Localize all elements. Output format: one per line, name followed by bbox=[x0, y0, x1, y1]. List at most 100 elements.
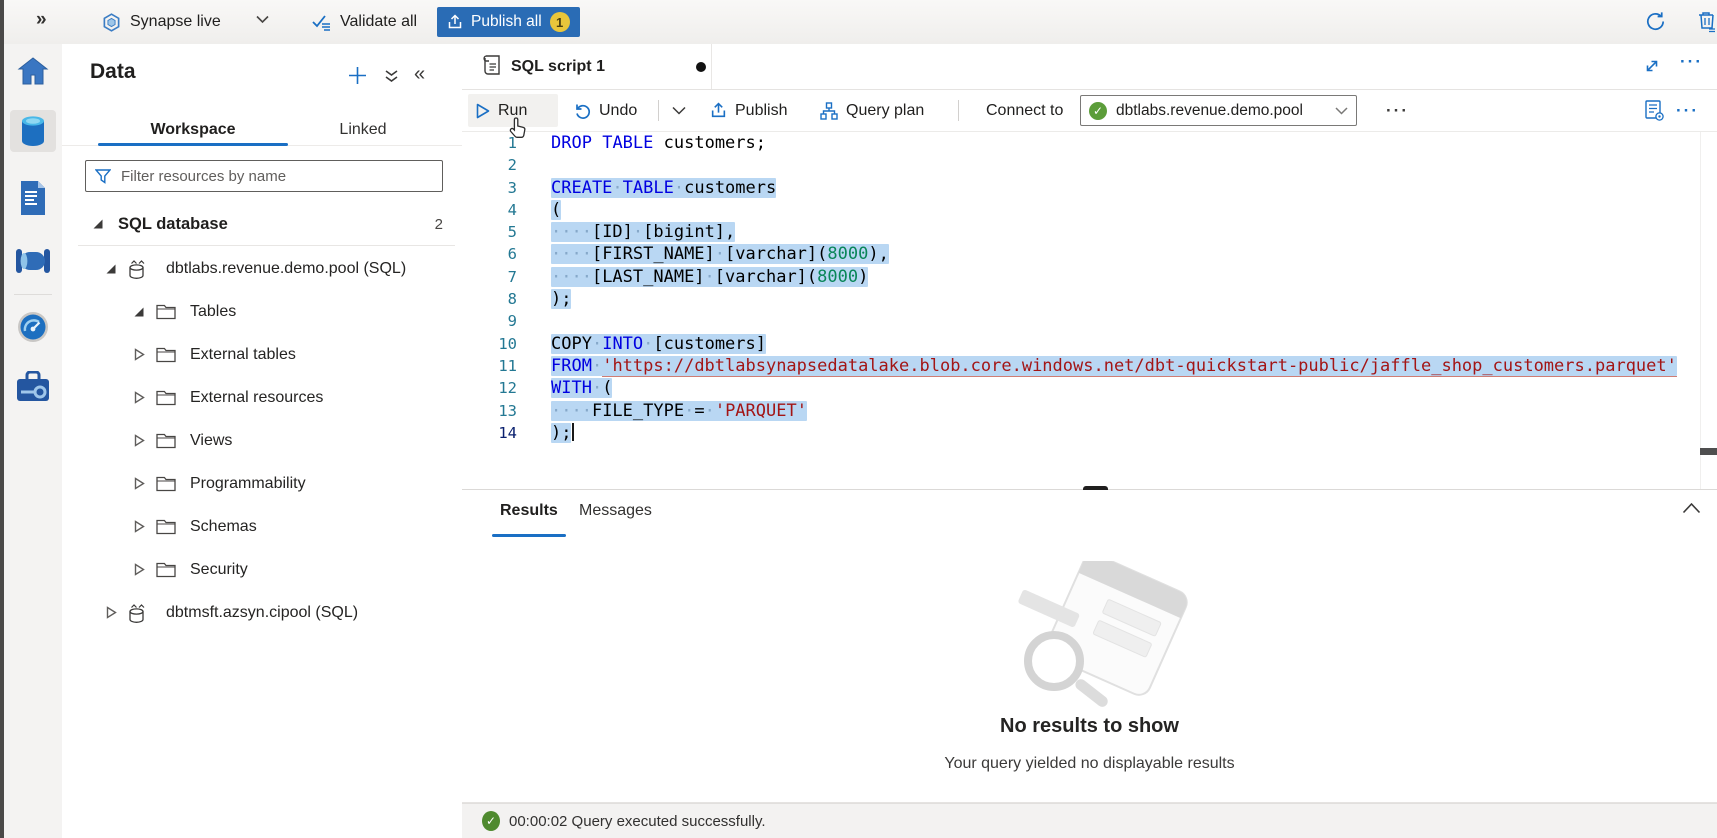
tab-more-icon[interactable]: ··· bbox=[1680, 52, 1703, 72]
tree-item-views[interactable]: Views bbox=[62, 419, 461, 462]
code-line-10[interactable]: 10COPY·INTO·[customers] bbox=[462, 333, 1717, 355]
filter-resources-input[interactable] bbox=[119, 167, 433, 186]
caret-collapsed-icon[interactable] bbox=[132, 434, 146, 448]
toolbar-more-icon[interactable]: ··· bbox=[1668, 94, 1707, 127]
code-line-8[interactable]: 8); bbox=[462, 288, 1717, 310]
caret-collapsed-icon[interactable] bbox=[132, 477, 146, 491]
unsaved-changes-dot bbox=[696, 62, 706, 72]
sql-code-editor[interactable]: 1DROP TABLE customers;23CREATE·TABLE·cus… bbox=[462, 132, 1717, 489]
caret-collapsed-icon[interactable] bbox=[132, 348, 146, 362]
expand-panel-icon[interactable]: » bbox=[36, 9, 47, 31]
tree-item-schemas[interactable]: Schemas bbox=[62, 505, 461, 548]
code-line-content: ····[ID]·[bigint], bbox=[551, 221, 735, 243]
code-line-13[interactable]: 13····FILE_TYPE·=·'PARQUET' bbox=[462, 400, 1717, 422]
line-number: 9 bbox=[462, 310, 517, 332]
publish-button[interactable]: Publish bbox=[702, 94, 795, 127]
branch-mode-selector[interactable]: Synapse live bbox=[102, 10, 221, 34]
code-line-4[interactable]: 4( bbox=[462, 199, 1717, 221]
code-line-7[interactable]: 7····[LAST_NAME]·[varchar](8000) bbox=[462, 266, 1717, 288]
publish-all-button[interactable]: Publish all 1 bbox=[437, 7, 580, 37]
caret-expanded-icon[interactable] bbox=[132, 305, 146, 319]
selection-highlight: FROM·'https://dbtlabsynapsedatalake.blob… bbox=[551, 356, 1677, 376]
tree-item-security[interactable]: Security bbox=[62, 548, 461, 591]
code-line-1[interactable]: 1DROP TABLE customers; bbox=[462, 132, 1717, 154]
tab-sql-script-1[interactable]: SQL script 1 bbox=[468, 44, 712, 89]
caret-collapsed-icon[interactable] bbox=[132, 520, 146, 534]
nav-develop-icon[interactable] bbox=[10, 174, 56, 222]
caret-collapsed-icon[interactable] bbox=[104, 606, 118, 620]
code-line-content: ····FILE_TYPE·=·'PARQUET' bbox=[551, 400, 807, 422]
code-line-2[interactable]: 2 bbox=[462, 154, 1717, 176]
tab-results[interactable]: Results bbox=[500, 502, 558, 520]
tree-item-external-tables[interactable]: External tables bbox=[62, 333, 461, 376]
caret-collapsed-icon[interactable] bbox=[132, 391, 146, 405]
nav-manage-icon[interactable] bbox=[10, 364, 56, 410]
selection-highlight: ( bbox=[551, 200, 561, 220]
code-line-content: ( bbox=[551, 199, 561, 221]
folder-icon bbox=[156, 347, 176, 363]
tree-item-tables[interactable]: Tables bbox=[62, 290, 461, 333]
code-line-content: FROM·'https://dbtlabsynapsedatalake.blob… bbox=[551, 355, 1677, 377]
caret-collapsed-icon[interactable] bbox=[132, 563, 146, 577]
mode-chevron-down-icon[interactable] bbox=[256, 15, 269, 24]
nav-monitor-icon[interactable] bbox=[10, 306, 56, 348]
code-line-content: ····[FIRST_NAME]·[varchar](8000), bbox=[551, 243, 889, 265]
publish-upload-icon bbox=[447, 14, 463, 30]
nav-data-icon[interactable] bbox=[10, 110, 56, 152]
expand-editor-icon[interactable] bbox=[1643, 57, 1661, 75]
run-button[interactable]: Run bbox=[468, 94, 558, 127]
line-number: 8 bbox=[462, 288, 517, 310]
tree-item-programmability[interactable]: Programmability bbox=[62, 462, 461, 505]
line-number: 2 bbox=[462, 154, 517, 176]
collapse-results-chevron-icon[interactable] bbox=[1682, 502, 1701, 514]
tree-item-dbtmsft-azsyn-cipool-sql[interactable]: dbtmsft.azsyn.cipool (SQL) bbox=[62, 591, 461, 634]
connect-more-icon[interactable]: ··· bbox=[1378, 94, 1417, 127]
connect-pool-dropdown[interactable]: ✓ dbtlabs.revenue.demo.pool bbox=[1080, 95, 1357, 126]
code-line-6[interactable]: 6····[FIRST_NAME]·[varchar](8000), bbox=[462, 243, 1717, 265]
discard-trash-icon[interactable] bbox=[1696, 10, 1717, 33]
validate-all-label: Validate all bbox=[340, 13, 417, 31]
tree-root-sql-database[interactable]: SQL database 2 bbox=[62, 206, 461, 242]
code-line-11[interactable]: 11FROM·'https://dbtlabsynapsedatalake.bl… bbox=[462, 355, 1717, 377]
code-line-5[interactable]: 5 ····[ID]·[bigint], bbox=[462, 221, 1717, 243]
nav-integrate-icon[interactable] bbox=[10, 240, 56, 282]
editor-scrollbar-mark[interactable] bbox=[1700, 448, 1717, 455]
code-line-9[interactable]: 9 bbox=[462, 310, 1717, 332]
activity-bar bbox=[4, 44, 63, 838]
code-line-14[interactable]: 14); bbox=[462, 422, 1717, 444]
selection-highlight: ····[LAST_NAME]·[varchar](8000) bbox=[551, 267, 868, 287]
toolbar-divider-2 bbox=[958, 100, 959, 121]
undo-button[interactable]: Undo bbox=[566, 94, 645, 127]
selection-highlight: ····[FIRST_NAME]·[varchar](8000), bbox=[551, 244, 889, 264]
no-results-subtitle: Your query yielded no displayable result… bbox=[462, 755, 1717, 773]
synapse-live-icon bbox=[102, 13, 121, 32]
tree-item-dbtlabs-revenue-demo-pool-sql[interactable]: dbtlabs.revenue.demo.pool (SQL) bbox=[62, 247, 461, 290]
tree-item-external-resources[interactable]: External resources bbox=[62, 376, 461, 419]
undo-dropdown-chevron-icon[interactable] bbox=[664, 94, 694, 127]
editor-scrollbar-track[interactable] bbox=[1700, 132, 1701, 489]
caret-expanded-icon[interactable] bbox=[92, 218, 104, 230]
undo-icon bbox=[574, 102, 591, 119]
tab-workspace[interactable]: Workspace bbox=[98, 114, 288, 146]
add-resource-icon[interactable] bbox=[348, 66, 367, 85]
nav-home-icon[interactable] bbox=[10, 50, 56, 92]
collapse-all-icon[interactable] bbox=[384, 69, 399, 84]
validate-all-button[interactable]: Validate all bbox=[312, 10, 417, 34]
collapse-panel-icon[interactable]: « bbox=[414, 63, 425, 86]
tree-root-label: SQL database bbox=[118, 215, 228, 234]
caret-expanded-icon[interactable] bbox=[104, 262, 118, 276]
success-check-icon: ✓ bbox=[482, 811, 500, 831]
publish-all-label: Publish all bbox=[471, 13, 542, 31]
line-number: 5 bbox=[462, 221, 517, 243]
document-tab-bar: SQL script 1 ··· bbox=[462, 44, 1717, 90]
code-line-12[interactable]: 12WITH·( bbox=[462, 377, 1717, 399]
script-properties-icon[interactable] bbox=[1644, 94, 1665, 127]
code-line-content: ····[LAST_NAME]·[varchar](8000) bbox=[551, 266, 868, 288]
query-plan-button[interactable]: Query plan bbox=[812, 94, 932, 127]
code-line-content: ); bbox=[551, 288, 571, 310]
refresh-icon[interactable] bbox=[1644, 10, 1667, 33]
dropdown-chevron-icon bbox=[1335, 107, 1348, 115]
tab-linked[interactable]: Linked bbox=[318, 114, 408, 146]
tab-messages[interactable]: Messages bbox=[579, 502, 652, 520]
code-line-3[interactable]: 3CREATE·TABLE·customers bbox=[462, 177, 1717, 199]
